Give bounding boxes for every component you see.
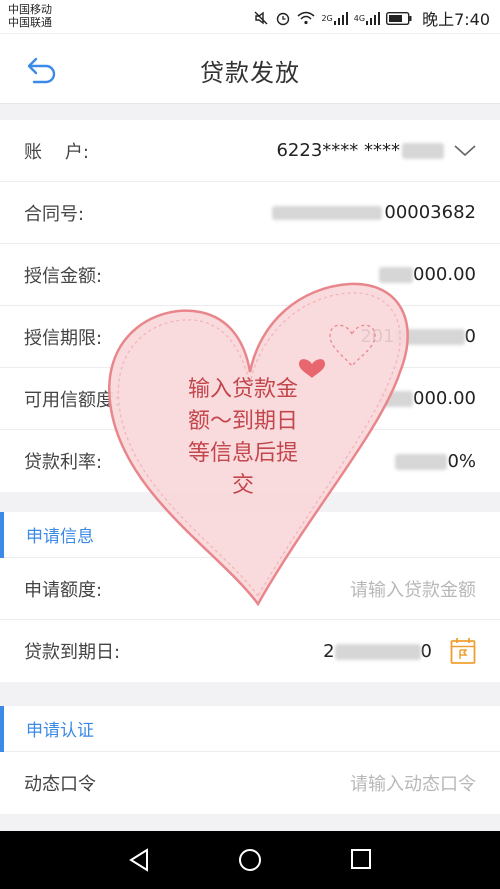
- contract-row: 合同号: 00003682: [0, 182, 500, 244]
- credit-amount-label: 授信金额:: [24, 265, 103, 287]
- contract-label: 合同号:: [24, 203, 85, 225]
- loan-amount-input[interactable]: 请输入贷款金额: [350, 576, 476, 602]
- due-date-row[interactable]: 贷款到期日: 20: [0, 620, 500, 682]
- otp-row[interactable]: 动态口令 请输入动态口令: [0, 752, 500, 814]
- credit-amount-value: 000.00: [379, 264, 476, 285]
- status-icons: 2G 4G 晚上7:40: [253, 6, 490, 30]
- redacted-blur: [379, 391, 414, 407]
- home-circle-icon[interactable]: [238, 848, 262, 872]
- due-date-value[interactable]: 20: [323, 641, 432, 662]
- account-label: 账 户:: [24, 141, 89, 163]
- navigation-bar: 贷款发放: [0, 34, 500, 104]
- chevron-down-icon[interactable]: [454, 144, 476, 157]
- system-navigation-bar: [0, 831, 500, 889]
- carrier-2: 中国联通: [8, 16, 52, 29]
- authentication-section: 申请认证 动态口令 请输入动态口令: [0, 706, 500, 814]
- redacted-blur: [334, 643, 421, 660]
- network-2g-label: 2G: [321, 13, 333, 23]
- application-section: 申请信息 申请额度: 请输入贷款金额 贷款到期日: 20: [0, 512, 500, 682]
- recents-square-icon[interactable]: [350, 848, 372, 870]
- credit-period-row: 授信期限: 201 0: [0, 306, 500, 368]
- network-4g-label: 4G: [353, 13, 366, 23]
- page-title: 贷款发放: [200, 59, 300, 87]
- back-triangle-icon[interactable]: [128, 848, 150, 872]
- status-bar: 中国移动 中国联通 2G 4G 晚上7:40: [0, 0, 500, 34]
- alarm-icon: [277, 12, 290, 26]
- mute-icon: [254, 11, 268, 25]
- clock: 晚上7:40: [422, 10, 490, 29]
- application-section-header: 申请信息: [0, 512, 500, 558]
- credit-amount-row: 授信金额: 000.00: [0, 244, 500, 306]
- available-credit-label: 可用信额度:: [24, 389, 121, 411]
- redacted-blur: [402, 143, 444, 159]
- due-date-label: 贷款到期日:: [24, 642, 121, 663]
- apply-amount-label: 申请额度:: [24, 579, 103, 601]
- otp-input[interactable]: 请输入动态口令: [350, 770, 476, 796]
- credit-period-value: 201 0: [360, 326, 476, 347]
- carrier-1: 中国移动: [8, 3, 52, 16]
- authentication-section-title: 申请认证: [26, 721, 94, 741]
- battery-icon: [386, 11, 412, 25]
- calendar-icon[interactable]: [450, 637, 476, 665]
- account-row[interactable]: 账 户: 6223**** ****: [0, 120, 500, 182]
- annotation-text: 输入贷款金 额～到期日 等信息后提 交: [187, 377, 298, 498]
- apply-amount-row[interactable]: 申请额度: 请输入贷款金额: [0, 558, 500, 620]
- redacted-blur: [379, 267, 414, 283]
- redacted-blur: [395, 453, 448, 470]
- available-credit-value: 000.00: [379, 388, 476, 409]
- redacted-blur: [394, 329, 465, 345]
- authentication-section-header: 申请认证: [0, 706, 500, 752]
- wifi-icon: [297, 11, 315, 25]
- application-section-title: 申请信息: [26, 527, 94, 547]
- interest-rate-label: 贷款利率:: [24, 452, 103, 473]
- otp-label: 动态口令: [24, 774, 96, 795]
- redacted-blur: [272, 206, 383, 220]
- interest-rate-value: 0%: [395, 451, 476, 472]
- contract-value: 00003682: [272, 202, 476, 223]
- signal-icon: [366, 11, 381, 25]
- credit-period-label: 授信期限:: [24, 327, 103, 349]
- account-value[interactable]: 6223**** ****: [276, 140, 444, 161]
- carrier-info: 中国移动 中国联通: [8, 3, 52, 29]
- signal-icon: [333, 11, 348, 25]
